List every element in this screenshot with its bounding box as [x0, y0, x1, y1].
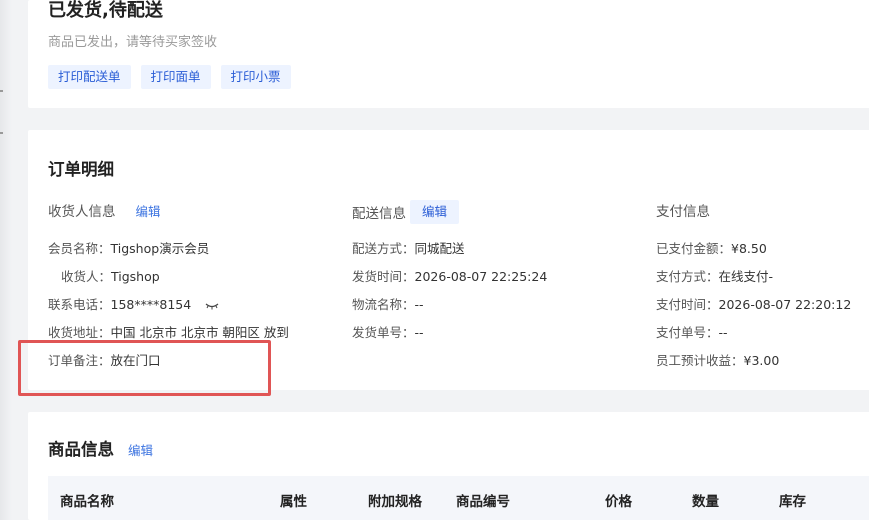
print-receipt-button[interactable]: 打印小票 [220, 65, 291, 89]
column-price[interactable]: 价格 [605, 490, 632, 510]
logistics-name-row: 物流名称：-- [352, 294, 424, 313]
column-product-name[interactable]: 商品名称 [60, 490, 114, 510]
goods-info-title: 商品信息 [48, 440, 114, 459]
ship-time-row: 发货时间：2026-08-07 22:25:24 [352, 266, 547, 285]
shipment-number-value: -- [414, 325, 424, 340]
column-attribute[interactable]: 属性 [280, 490, 307, 510]
member-name-label: 会员名称： [48, 241, 111, 256]
left-edge-marks [0, 90, 4, 174]
phone-label: 联系电话： [48, 297, 111, 312]
payment-time-value: 2026-08-07 22:20:12 [718, 297, 852, 312]
print-delivery-note-button[interactable]: 打印配送单 [48, 65, 131, 89]
edit-goods-link[interactable]: 编辑 [128, 440, 153, 459]
column-product-code[interactable]: 商品编号 [456, 490, 510, 510]
order-status-card: 已发货,待配送 商品已发出，请等待买家签收 打印配送单 打印面单 打印小票 [28, 0, 869, 108]
delivery-method-label: 配送方式： [352, 241, 415, 256]
staff-commission-label: 员工预计收益： [656, 353, 744, 368]
receiver-name-row: 收货人：Tigshop [61, 266, 160, 285]
column-extra-spec[interactable]: 附加规格 [368, 490, 422, 510]
column-quantity[interactable]: 数量 [692, 490, 719, 510]
payment-method-label: 支付方式： [656, 269, 719, 284]
print-actions: 打印配送单 打印面单 打印小票 [48, 65, 291, 89]
payment-number-row: 支付单号：-- [656, 322, 728, 341]
order-status-title: 已发货,待配送 [48, 0, 163, 21]
payment-time-label: 支付时间： [656, 297, 719, 312]
paid-amount-label: 已支付金额： [656, 241, 732, 256]
order-detail-card: 订单明细 收货人信息 编辑 配送信息 编辑 支付信息 会员名称：Tigshop演… [28, 130, 869, 390]
goods-table-header: 商品名称 属性 附加规格 商品编号 价格 数量 库存 [48, 476, 869, 520]
receiver-info-heading: 收货人信息 [48, 204, 116, 220]
staff-commission-row: 员工预计收益：¥3.00 [656, 350, 779, 369]
delivery-method-row: 配送方式：同城配送 [352, 238, 465, 257]
ship-time-value: 2026-08-07 22:25:24 [414, 269, 548, 284]
order-detail-page: 已发货,待配送 商品已发出，请等待买家签收 打印配送单 打印面单 打印小票 订单… [0, 0, 869, 520]
order-status-subtitle: 商品已发出，请等待买家签收 [48, 35, 218, 50]
show-phone-eye-icon[interactable] [205, 302, 219, 310]
payment-number-label: 支付单号： [656, 325, 719, 340]
receiver-info-header: 收货人信息 编辑 [48, 200, 161, 221]
order-detail-title: 订单明细 [48, 160, 114, 179]
order-remark-label: 订单备注： [48, 353, 111, 368]
payment-method-value: 在线支付- [718, 269, 774, 284]
phone-value: 158****8154 [110, 297, 192, 312]
shipping-info-heading: 配送信息 [352, 206, 406, 222]
staff-commission-value: ¥3.00 [743, 353, 780, 368]
receiver-name-value: Tigshop [111, 269, 160, 284]
logistics-name-label: 物流名称： [352, 297, 415, 312]
print-waybill-button[interactable]: 打印面单 [140, 65, 211, 89]
order-remark-value: 放在门口 [110, 353, 161, 368]
order-remark-row: 订单备注：放在门口 [48, 350, 161, 369]
member-name-value: Tigshop演示会员 [110, 241, 210, 256]
paid-amount-row: 已支付金额：¥8.50 [656, 238, 767, 257]
address-label: 收货地址： [48, 325, 111, 340]
receiver-name-label: 收货人： [61, 269, 112, 284]
payment-info-heading: 支付信息 [656, 204, 710, 220]
payment-number-value: -- [718, 325, 728, 340]
payment-time-row: 支付时间：2026-08-07 22:20:12 [656, 294, 851, 313]
address-row: 收货地址：中国 北京市 北京市 朝阳区 放到 [48, 322, 289, 341]
member-name-row: 会员名称：Tigshop演示会员 [48, 238, 209, 257]
delivery-method-value: 同城配送 [414, 241, 465, 256]
shipment-number-row: 发货单号：-- [352, 322, 424, 341]
edit-shipping-button[interactable]: 编辑 [410, 200, 460, 224]
column-stock[interactable]: 库存 [779, 490, 806, 510]
ship-time-label: 发货时间： [352, 269, 415, 284]
payment-info-header: 支付信息 [656, 200, 710, 220]
shipping-info-header: 配送信息 编辑 [352, 200, 460, 224]
edit-receiver-link[interactable]: 编辑 [136, 201, 161, 220]
paid-amount-value: ¥8.50 [731, 241, 767, 256]
shipment-number-label: 发货单号： [352, 325, 415, 340]
goods-info-card: 商品信息 编辑 商品名称 属性 附加规格 商品编号 价格 数量 库存 [28, 412, 869, 520]
logistics-name-value: -- [414, 297, 424, 312]
left-panel-edge [0, 0, 12, 520]
address-value: 中国 北京市 北京市 朝阳区 放到 [110, 325, 289, 340]
phone-row: 联系电话：158****8154 [48, 294, 219, 313]
payment-method-row: 支付方式：在线支付- [656, 266, 773, 285]
